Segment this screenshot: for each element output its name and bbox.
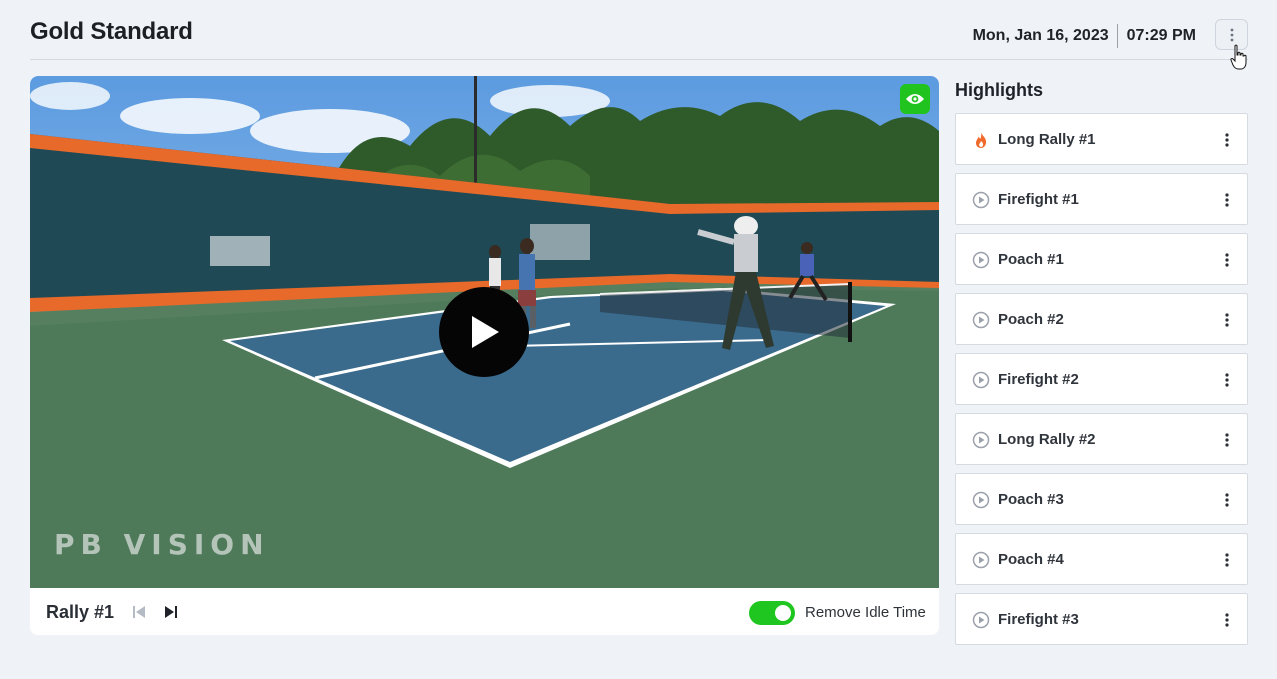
vertical-ellipsis-icon — [1225, 313, 1229, 327]
highlight-menu-button[interactable] — [1217, 129, 1237, 151]
hand-cursor-icon — [1230, 44, 1247, 70]
play-circle-icon — [972, 611, 990, 629]
session-date: Mon, Jan 16, 2023 — [972, 27, 1109, 44]
play-circle-icon — [972, 491, 990, 509]
highlight-menu-button[interactable] — [1217, 609, 1237, 631]
visibility-toggle-button[interactable] — [900, 84, 930, 114]
vertical-ellipsis-icon — [1225, 253, 1229, 267]
page-header: Gold Standard Mon, Jan 16, 2023 07:29 PM — [30, 0, 1248, 60]
highlight-label: Firefight #3 — [998, 611, 1079, 628]
remove-idle-time-toggle[interactable] — [749, 601, 795, 625]
vertical-ellipsis-icon — [1225, 493, 1229, 507]
fire-icon — [976, 132, 987, 148]
highlight-item[interactable]: Poach #3 — [955, 473, 1248, 525]
datetime-divider — [1116, 24, 1118, 48]
highlight-item[interactable]: Poach #2 — [955, 293, 1248, 345]
highlight-label: Long Rally #1 — [998, 131, 1096, 148]
video-controls: Rally #1 Remove Idle Time — [30, 588, 939, 635]
next-rally-button[interactable] — [163, 604, 179, 620]
highlight-menu-button[interactable] — [1217, 489, 1237, 511]
play-circle-icon — [972, 311, 990, 329]
highlights-heading: Highlights — [955, 80, 1043, 100]
highlight-item[interactable]: Long Rally #2 — [955, 413, 1248, 465]
video-player-card: PB VISION Rally #1 Remove Idle Time — [30, 76, 939, 635]
eye-icon — [906, 94, 924, 104]
play-icon — [472, 316, 499, 348]
highlight-item[interactable]: Firefight #3 — [955, 593, 1248, 645]
vertical-ellipsis-icon — [1225, 613, 1229, 627]
skip-next-icon — [165, 606, 177, 618]
highlight-menu-button[interactable] — [1217, 549, 1237, 571]
highlight-menu-button[interactable] — [1217, 369, 1237, 391]
highlight-menu-button[interactable] — [1217, 249, 1237, 271]
highlight-item[interactable]: Firefight #2 — [955, 353, 1248, 405]
play-circle-icon — [972, 371, 990, 389]
remove-idle-time-label: Remove Idle Time — [805, 604, 926, 621]
previous-rally-button[interactable] — [131, 604, 147, 620]
highlight-label: Firefight #2 — [998, 371, 1079, 388]
vertical-ellipsis-icon — [1225, 193, 1229, 207]
toggle-knob — [775, 605, 791, 621]
vertical-ellipsis-icon — [1225, 553, 1229, 567]
watermark-logo: PB VISION — [54, 528, 270, 561]
highlight-label: Firefight #1 — [998, 191, 1079, 208]
highlight-label: Poach #1 — [998, 251, 1064, 268]
highlight-item[interactable]: Long Rally #1 — [955, 113, 1248, 165]
play-circle-icon — [972, 191, 990, 209]
skip-previous-icon — [133, 606, 145, 618]
highlight-item[interactable]: Poach #1 — [955, 233, 1248, 285]
vertical-ellipsis-icon — [1225, 373, 1229, 387]
highlight-label: Poach #2 — [998, 311, 1064, 328]
vertical-ellipsis-icon — [1225, 133, 1229, 147]
highlight-item[interactable]: Poach #4 — [955, 533, 1248, 585]
highlight-label: Poach #3 — [998, 491, 1064, 508]
play-circle-icon — [972, 251, 990, 269]
highlight-menu-button[interactable] — [1217, 309, 1237, 331]
page-title: Gold Standard — [30, 18, 193, 45]
highlight-label: Poach #4 — [998, 551, 1064, 568]
highlight-menu-button[interactable] — [1217, 189, 1237, 211]
rally-label: Rally #1 — [46, 602, 115, 622]
highlight-label: Long Rally #2 — [998, 431, 1096, 448]
video-player[interactable]: PB VISION — [30, 76, 939, 588]
play-button[interactable] — [439, 287, 529, 377]
session-datetime: Mon, Jan 16, 2023 07:29 PM — [973, 23, 1196, 49]
highlight-menu-button[interactable] — [1217, 429, 1237, 451]
vertical-ellipsis-icon — [1230, 28, 1233, 41]
play-circle-icon — [972, 431, 990, 449]
highlight-item[interactable]: Firefight #1 — [955, 173, 1248, 225]
vertical-ellipsis-icon — [1225, 433, 1229, 447]
play-circle-icon — [972, 551, 990, 569]
session-time: 07:29 PM — [1126, 27, 1196, 44]
